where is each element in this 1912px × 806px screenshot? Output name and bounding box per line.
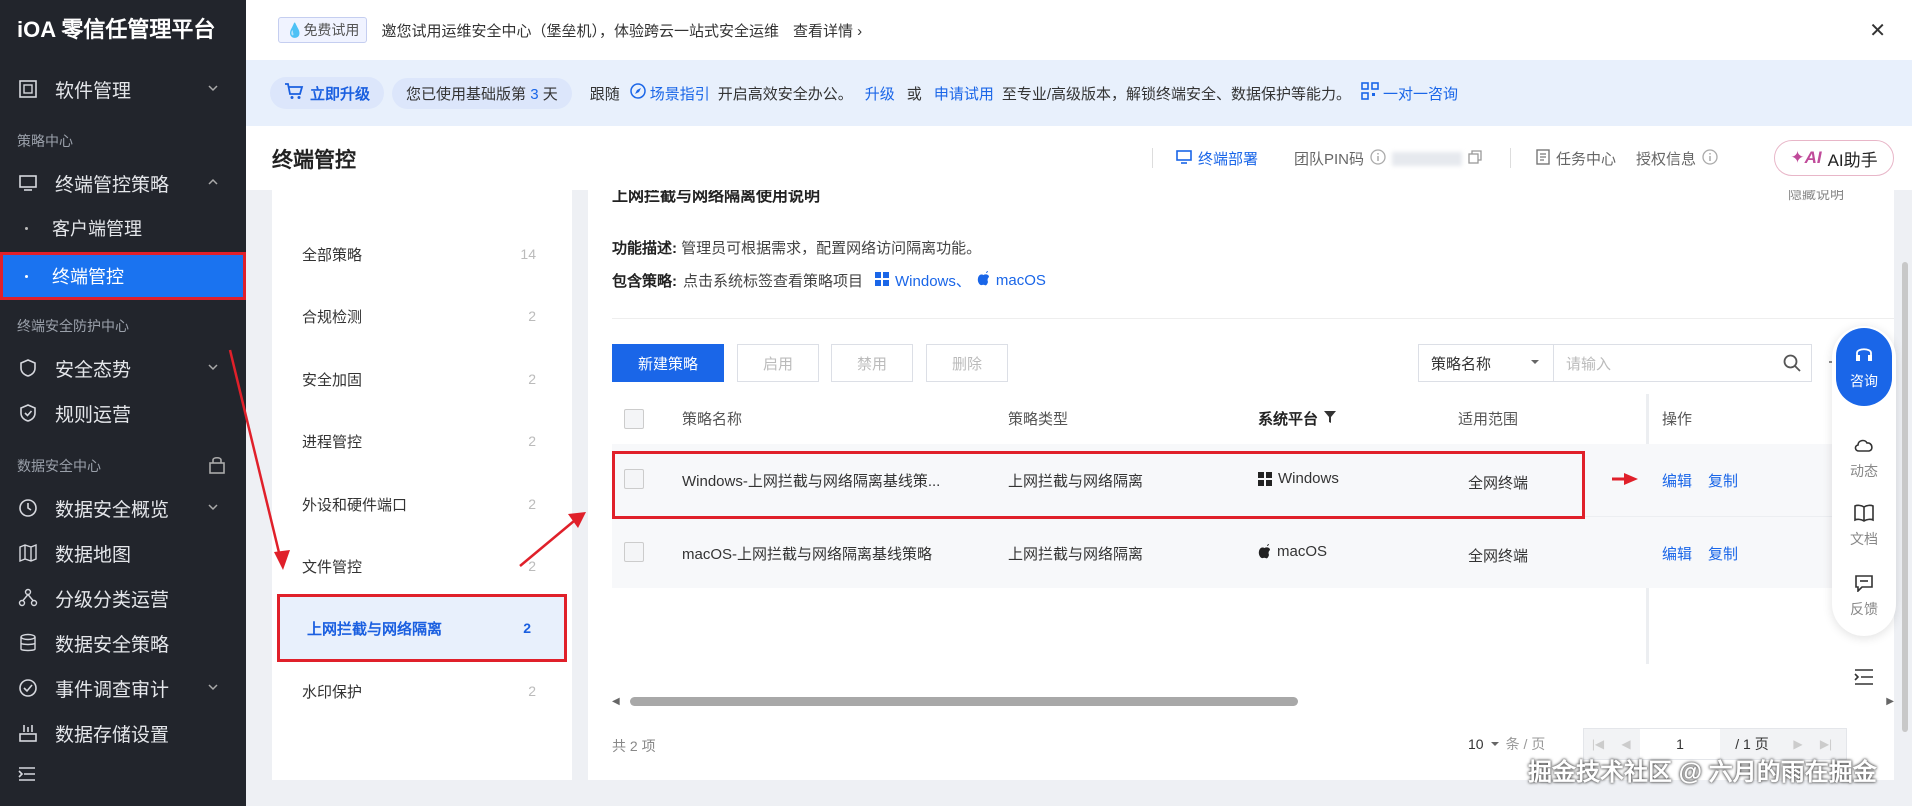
docs-button[interactable]: 文档 — [1832, 504, 1896, 549]
vertical-scrollbar[interactable] — [1902, 262, 1908, 732]
feedback-label: 反馈 — [1850, 601, 1878, 617]
cloud-icon — [1853, 436, 1875, 457]
feedback-icon — [1854, 574, 1874, 595]
watermark: 掘金技术社区 @ 六月的雨在掘金 — [1528, 759, 1877, 786]
headset-icon — [1854, 344, 1874, 367]
consult-label: 咨询 — [1850, 372, 1878, 389]
dynamic-label: 动态 — [1850, 463, 1878, 479]
dynamic-button[interactable]: 动态 — [1832, 436, 1896, 481]
consult-button[interactable]: 咨询 — [1836, 328, 1892, 406]
outline-icon[interactable] — [1854, 668, 1874, 691]
annotation-arrows — [228, 349, 1638, 570]
feedback-button[interactable]: 反馈 — [1832, 574, 1896, 619]
book-icon — [1853, 504, 1875, 525]
docs-label: 文档 — [1850, 531, 1878, 547]
